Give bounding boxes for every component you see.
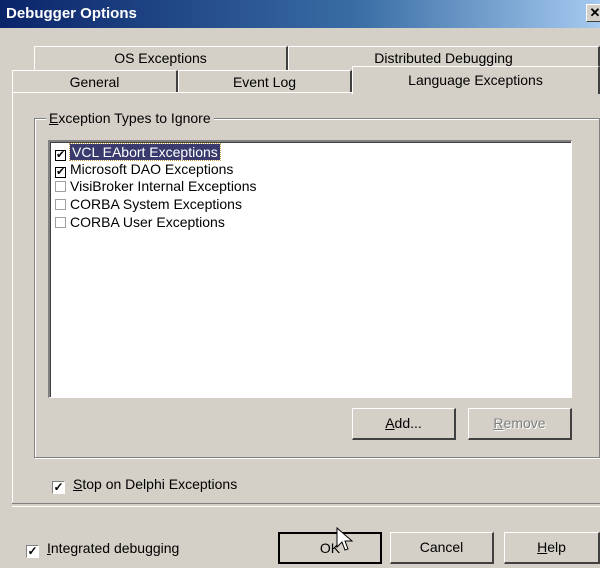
add-button[interactable]: Add...: [352, 408, 456, 440]
integrated-debugging-label: Integrated debugging: [47, 540, 180, 556]
close-button[interactable]: ✕: [586, 4, 600, 22]
exception-types-list[interactable]: ✔ VCL EAbort Exceptions ✔ Microsoft DAO Ex…: [48, 140, 572, 398]
list-item[interactable]: VisiBroker Internal Exceptions: [53, 178, 257, 195]
tab-event-log[interactable]: Event Log: [178, 70, 352, 94]
checkbox-icon[interactable]: [55, 217, 66, 228]
tab-general[interactable]: General: [12, 70, 178, 94]
stop-on-delphi-label: Stop on Delphi Exceptions: [73, 476, 238, 492]
title-bar: Debugger Options ✕: [0, 0, 600, 28]
list-item[interactable]: CORBA User Exceptions: [53, 214, 225, 231]
integrated-debugging-checkbox[interactable]: ✓ Integrated debugging: [26, 540, 179, 558]
remove-button-label: Remove: [493, 415, 546, 431]
ok-button[interactable]: OK: [278, 532, 382, 564]
close-icon: ✕: [589, 5, 600, 20]
remove-button[interactable]: Remove: [468, 408, 572, 440]
checkbox-icon[interactable]: ✔: [55, 167, 66, 178]
list-item[interactable]: CORBA System Exceptions: [53, 196, 242, 213]
checkbox-icon[interactable]: ✓: [26, 545, 39, 558]
tab-label: Event Log: [232, 74, 297, 90]
tab-label: Distributed Debugging: [374, 50, 513, 66]
checkbox-icon[interactable]: ✔: [55, 150, 66, 161]
checkbox-icon[interactable]: [55, 181, 66, 192]
cancel-button[interactable]: Cancel: [390, 532, 494, 564]
stop-on-delphi-checkbox[interactable]: ✓ Stop on Delphi Exceptions: [52, 476, 237, 494]
tab-label: General: [69, 74, 120, 90]
checkbox-icon[interactable]: [55, 199, 66, 210]
list-item[interactable]: ✔ Microsoft DAO Exceptions: [53, 161, 233, 178]
window-title: Debugger Options: [6, 5, 137, 22]
separator: [12, 503, 600, 507]
list-item-label: CORBA User Exceptions: [70, 214, 225, 230]
cancel-button-label: Cancel: [419, 539, 464, 555]
checkbox-icon[interactable]: ✓: [52, 481, 65, 494]
help-button-label: Help: [537, 539, 566, 555]
list-item-label: VCL EAbort Exceptions: [69, 143, 221, 161]
list-item-label: Microsoft DAO Exceptions: [70, 161, 234, 177]
tab-label: OS Exceptions: [114, 50, 207, 66]
tab-label: Language Exceptions: [408, 72, 543, 88]
list-item-label: CORBA System Exceptions: [70, 196, 242, 212]
list-item[interactable]: ✔ VCL EAbort Exceptions: [53, 143, 221, 161]
tab-language-exceptions[interactable]: Language Exceptions: [352, 66, 600, 94]
add-button-label: Add...: [385, 415, 422, 431]
group-label: Exception Types to Ignore: [46, 110, 214, 126]
help-button[interactable]: Help: [504, 532, 600, 564]
tab-os-exceptions[interactable]: OS Exceptions: [34, 46, 288, 70]
list-item-label: VisiBroker Internal Exceptions: [70, 178, 257, 194]
